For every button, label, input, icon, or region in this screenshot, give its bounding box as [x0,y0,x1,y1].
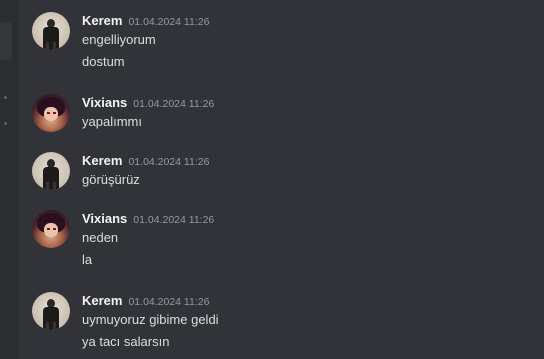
timestamp: 01.04.2024 11:26 [133,214,215,226]
vixians-avatar[interactable] [32,94,70,132]
kerem-avatar[interactable] [32,152,70,190]
vixians-avatar[interactable] [32,210,70,248]
timestamp: 01.04.2024 11:26 [128,296,210,308]
username[interactable]: Kerem [82,13,122,28]
message-header: Kerem 01.04.2024 11:26 [82,12,209,30]
message-text: dostum [82,54,125,69]
message-text: yapalımmı [82,114,142,129]
username[interactable]: Vixians [82,95,127,110]
message-text: görüşürüz [82,172,140,187]
username[interactable]: Kerem [82,153,122,168]
message-text: neden [82,230,119,245]
message-text: ya tacı salarsın [82,334,170,349]
timestamp: 01.04.2024 11:26 [128,156,210,168]
kerem-avatar[interactable] [32,292,70,330]
message-list: Kerem 01.04.2024 11:26 engelliyorum dostu… [0,0,544,359]
message-text: uymuyoruz gibime geldi [82,312,219,327]
message-header: Kerem 01.04.2024 11:26 [82,152,209,170]
message-text: la [82,252,93,267]
message-text: engelliyorum [82,32,156,47]
message-header: Vixians 01.04.2024 11:26 [82,94,214,112]
username[interactable]: Vixians [82,211,127,226]
message-header: Vixians 01.04.2024 11:26 [82,210,214,228]
message-header: Kerem 01.04.2024 11:26 [82,292,209,310]
timestamp: 01.04.2024 11:26 [128,16,210,28]
kerem-avatar[interactable] [32,12,70,50]
timestamp: 01.04.2024 11:26 [133,98,215,110]
username[interactable]: Kerem [82,293,122,308]
